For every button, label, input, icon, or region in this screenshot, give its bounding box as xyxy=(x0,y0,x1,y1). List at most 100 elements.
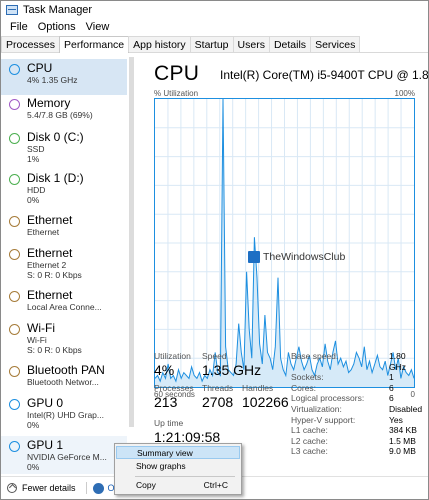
chevron-up-icon[interactable] xyxy=(7,483,17,493)
page-title: CPU xyxy=(154,62,200,85)
sidebar-item-disk-1[interactable]: Disk 1 (D:) HDD 0% xyxy=(1,169,127,207)
sidebar-item-gpu-1[interactable]: GPU 1 NVIDIA GeForce M... 0% xyxy=(1,436,127,474)
task-manager-window: Task Manager File Options View Processes… xyxy=(0,0,429,500)
spec-value: 1.80 GHz xyxy=(389,351,406,372)
spec-value: 9.0 MB xyxy=(389,446,416,457)
sidebar-item-sub: Intel(R) UHD Grap... xyxy=(27,410,104,420)
sidebar-item-name: Bluetooth PAN xyxy=(27,363,105,377)
spec-value: 1.5 MB xyxy=(389,435,416,446)
sidebar-item-sub: HDD xyxy=(27,185,46,195)
spec-row: Hyper-V support: Yes xyxy=(291,415,421,426)
spec-value: 1 xyxy=(389,372,394,383)
tab-strip: Processes Performance App history Startu… xyxy=(1,36,428,53)
context-menu: Summary view Show graphs Copy Ctrl+C xyxy=(114,443,242,495)
spec-label: Logical processors: xyxy=(291,393,365,404)
sidebar-item-disk-0[interactable]: Disk 0 (C:) SSD 1% xyxy=(1,128,127,166)
utilization-axis-label: % Utilization xyxy=(154,89,199,98)
window-title: Task Manager xyxy=(23,4,93,16)
menu-item-show-graphs[interactable]: Show graphs xyxy=(116,460,240,473)
sidebar-item-sub2: 0% xyxy=(27,462,40,472)
sidebar-item-sub: Wi-Fi xyxy=(27,335,47,345)
sidebar-item-sub2: 1% xyxy=(27,154,40,164)
ethernet-ring-icon xyxy=(9,291,20,302)
ethernet-ring-icon xyxy=(9,216,20,227)
cpu-specs-list: Base speed: 1.80 GHz Sockets: 1 Cores: 6 Lo… xyxy=(291,351,423,457)
sidebar-item-memory[interactable]: Memory 5.4/7.8 GB (69%) xyxy=(1,94,127,130)
sidebar-item-sub: Ethernet 2 xyxy=(27,260,67,270)
tab-app-history[interactable]: App history xyxy=(128,36,191,52)
spec-row: Cores: 6 xyxy=(291,383,421,394)
stat-value: 2708 xyxy=(202,394,234,410)
sidebar-item-name: CPU xyxy=(27,61,53,75)
resource-monitor-icon[interactable] xyxy=(92,482,104,494)
sidebar-item-sub: 5.4/7.8 GB (69%) xyxy=(27,110,93,120)
menu-item-copy[interactable]: Copy Ctrl+C xyxy=(116,479,240,492)
tab-processes[interactable]: Processes xyxy=(1,36,61,52)
sidebar-item-sub: Bluetooth Networ... xyxy=(27,377,99,387)
stat-processes: Processes 213 xyxy=(154,383,194,411)
tab-performance[interactable]: Performance xyxy=(59,36,130,53)
sidebar-item-ethernet-2[interactable]: Ethernet Ethernet 2 S: 0 R: 0 Kbps xyxy=(1,244,127,282)
menu-file[interactable]: File xyxy=(5,21,33,33)
sidebar-item-name: Disk 1 (D:) xyxy=(27,171,84,185)
stat-uptime: Up time 1:21:09:58 xyxy=(154,418,220,446)
spec-value: 384 KB xyxy=(389,425,417,436)
menu-item-summary-view[interactable]: Summary view xyxy=(116,446,240,459)
disk-ring-icon xyxy=(9,133,20,144)
gpu-ring-icon xyxy=(9,399,20,410)
spec-value: 6 xyxy=(389,382,394,393)
sidebar-item-sub: SSD xyxy=(27,144,45,154)
tab-details[interactable]: Details xyxy=(268,36,312,52)
tab-services[interactable]: Services xyxy=(310,36,361,52)
spec-value: Disabled xyxy=(389,403,423,414)
spec-row: L2 cache: 1.5 MB xyxy=(291,436,421,447)
title-bar: Task Manager xyxy=(1,1,428,19)
cpu-utilization-graph: TheWindowsClub xyxy=(154,98,415,388)
sidebar-item-name: Ethernet xyxy=(27,213,73,227)
sidebar-item-wifi[interactable]: Wi-Fi Wi-Fi S: 0 R: 0 Kbps xyxy=(1,319,127,357)
sidebar-item-bluetooth[interactable]: Bluetooth PAN Bluetooth Networ... xyxy=(1,361,127,391)
sidebar-item-name: GPU 1 xyxy=(27,438,64,452)
bluetooth-ring-icon xyxy=(9,366,20,377)
task-manager-icon xyxy=(6,5,18,15)
spec-label: Sockets: xyxy=(291,372,324,383)
stat-value: 1.35 GHz xyxy=(202,362,262,378)
sidebar-item-sub2: 0% xyxy=(27,420,40,430)
menu-separator xyxy=(135,476,235,477)
cpu-graph-svg xyxy=(155,99,414,387)
tab-startup[interactable]: Startup xyxy=(189,36,234,52)
cpu-model: Intel(R) Core(TM) i5-9400T CPU @ 1.80GHz xyxy=(220,68,429,82)
sidebar-item-name: Ethernet xyxy=(27,288,73,302)
sidebar-item-name: GPU 0 xyxy=(27,396,64,410)
spec-value: Yes xyxy=(389,414,403,425)
fewer-details-button[interactable]: Fewer details xyxy=(22,483,76,493)
sidebar-item-gpu-0[interactable]: GPU 0 Intel(R) UHD Grap... 0% xyxy=(1,394,127,432)
sidebar-scrollbar-thumb[interactable] xyxy=(129,57,134,427)
disk-ring-icon xyxy=(9,174,20,185)
windows-club-logo-icon xyxy=(248,251,260,263)
sidebar-item-name: Ethernet xyxy=(27,246,73,260)
sidebar-item-cpu[interactable]: CPU 4% 1.35 GHz xyxy=(1,59,127,95)
watermark: TheWindowsClub xyxy=(248,251,345,263)
sidebar-item-ethernet-1[interactable]: Ethernet Ethernet xyxy=(1,211,127,241)
sidebar-item-name: Disk 0 (C:) xyxy=(27,130,84,144)
spec-value: 6 xyxy=(389,393,394,404)
performance-sidebar: CPU 4% 1.35 GHz Memory 5.4/7.8 GB (69%) … xyxy=(1,54,136,476)
stat-value: 4% xyxy=(154,362,175,378)
menu-options[interactable]: Options xyxy=(33,21,81,33)
menu-item-label: Copy xyxy=(136,480,156,490)
stat-label: Handles xyxy=(242,383,274,393)
menu-item-label: Show graphs xyxy=(136,461,186,471)
tab-users[interactable]: Users xyxy=(232,36,270,52)
sidebar-item-ethernet-3[interactable]: Ethernet Local Area Conne... xyxy=(1,286,127,316)
sidebar-item-name: Memory xyxy=(27,96,71,110)
spec-row: Sockets: 1 xyxy=(291,372,421,383)
utilization-max-label: 100% xyxy=(394,89,415,98)
stat-label: Up time xyxy=(154,418,184,428)
sidebar-item-sub: 4% 1.35 GHz xyxy=(27,75,78,85)
stat-label: Speed xyxy=(202,351,227,361)
stat-value: 102266 xyxy=(242,394,289,410)
spec-label: Base speed: xyxy=(291,351,339,361)
menu-view[interactable]: View xyxy=(81,21,115,33)
wifi-ring-icon xyxy=(9,324,20,335)
